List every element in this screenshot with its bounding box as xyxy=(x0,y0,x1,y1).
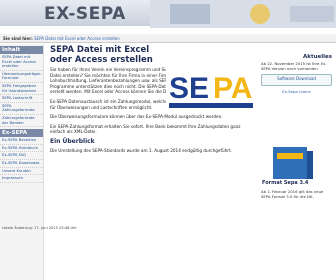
sidebar-item[interactable]: SEPA Freigegeben für Inlandsbanken xyxy=(0,83,43,96)
format-label: Format Sepa 3.4 xyxy=(262,180,309,186)
sidebar-item[interactable]: SEPA Lastschrift xyxy=(0,95,43,103)
download-box[interactable]: Software Download xyxy=(261,74,332,86)
sidebar-item[interactable]: Ex-SEPA Downloads xyxy=(0,160,43,168)
sepa-logo: SE PA xyxy=(166,64,256,112)
license-link[interactable]: Ex-Sepa Lizenz xyxy=(257,89,336,94)
sidebar-nav: Inhalt SEPA Datei mit Excel oder Access … xyxy=(0,44,44,280)
header-banner-art xyxy=(150,0,336,28)
sidebar-item[interactable]: SEPA Zahlungsformate xyxy=(0,103,43,115)
news-text: Ab 22. November 2015 ist Ihre Ex-SEPA Ve… xyxy=(261,61,327,71)
breadcrumb-link[interactable]: SEPA Datei mit Excel oder Access erstell… xyxy=(34,36,120,41)
sidebar-item[interactable]: Impressum xyxy=(0,175,43,183)
download-link[interactable]: Software Download xyxy=(277,76,316,81)
body-paragraph: Die Umstellung des SEPA-Standards wurde … xyxy=(50,147,232,153)
product-box-image xyxy=(273,147,313,179)
breadcrumb: Sie sind hier: SEPA Datei mit Excel oder… xyxy=(0,34,336,43)
page-title: SEPA Datei mit Excel oder Access erstell… xyxy=(50,45,153,65)
news-heading: Aktuelles xyxy=(303,54,332,60)
body-paragraph: Die Überweisungsformulare können über da… xyxy=(50,114,223,120)
sidebar-heading: Inhalt xyxy=(0,46,43,54)
svg-text:SE: SE xyxy=(169,72,209,105)
sidebar-item[interactable]: SEPA Datei mit Excel oder Access erstell… xyxy=(0,54,43,71)
body-paragraph: Ein SEPA-Zahlungsformat erhalten Sie sof… xyxy=(50,123,241,135)
main-content: SEPA Datei mit Excel oder Access erstell… xyxy=(50,45,256,280)
sidebar-item[interactable]: Ex-SEPA Bestellen xyxy=(0,137,43,145)
site-logo[interactable]: EX-SEPA xyxy=(44,4,126,24)
svg-text:PA: PA xyxy=(213,72,252,105)
news-text: Ab 1. Februar 2016 gilt das neue SEPA Fo… xyxy=(261,189,324,199)
sidebar-item[interactable]: Zahlungsformate der Banken xyxy=(0,115,43,128)
site-header: EX-SEPA xyxy=(0,0,336,28)
section-heading: Ein Überblick xyxy=(50,137,95,145)
sidebar-item[interactable]: Ex-SEPA Handbuch xyxy=(0,145,43,153)
sidebar-group-heading: Ex-SEPA xyxy=(0,129,43,138)
sidebar-item[interactable]: Unsere Kunden xyxy=(0,168,43,176)
breadcrumb-label: Sie sind hier: xyxy=(3,36,33,41)
sidebar-item[interactable]: Überweisungsträger-Formular xyxy=(0,71,43,83)
sidebar-item[interactable]: Ex-SEPA FAQ xyxy=(0,152,43,160)
